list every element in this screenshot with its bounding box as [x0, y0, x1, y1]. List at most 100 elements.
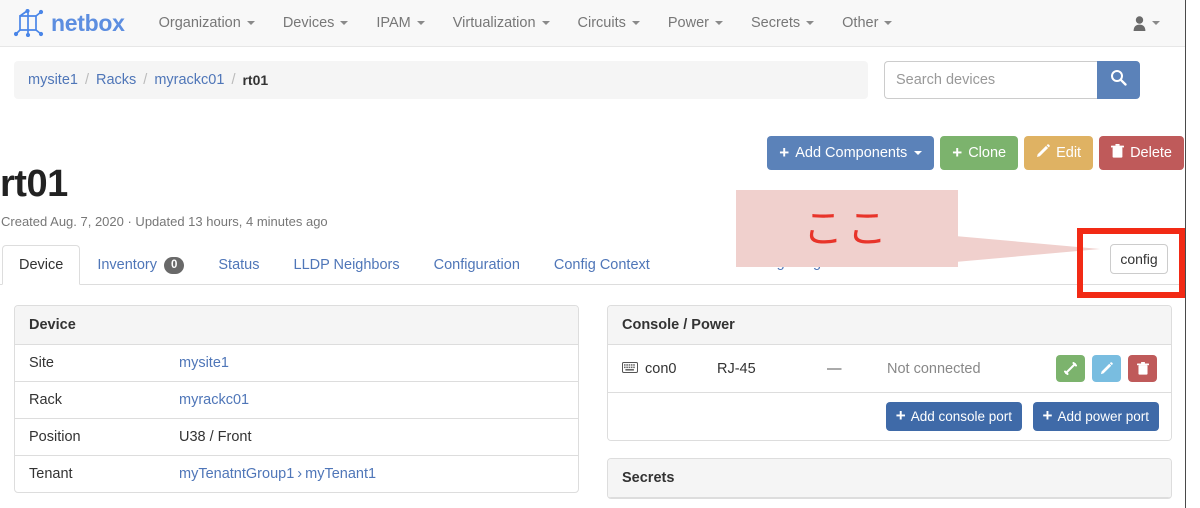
- pencil-icon: [1036, 144, 1050, 162]
- plus-icon: +: [779, 142, 790, 162]
- trash-icon: [1111, 144, 1125, 162]
- table-row: Tenant myTenatntGroup1 › myTenant1: [15, 455, 578, 492]
- user-icon: [1133, 15, 1146, 31]
- chevron-down-icon: [541, 21, 550, 25]
- breadcrumb-item-site[interactable]: mysite1: [28, 72, 78, 88]
- tenant-link[interactable]: myTenant1: [305, 466, 376, 482]
- row-label: Position: [15, 418, 165, 456]
- nav-item-secrets[interactable]: Secrets: [737, 0, 828, 47]
- window-right-margin: [1186, 0, 1200, 508]
- breadcrumb-item-rack[interactable]: myrackc01: [154, 72, 224, 88]
- nav-item-organization[interactable]: Organization: [145, 0, 269, 47]
- device-attributes-table: Site mysite1 Rack myrackc01 Position U38: [15, 345, 578, 492]
- keyboard-icon: [622, 361, 638, 377]
- rack-link[interactable]: myrackc01: [179, 392, 249, 408]
- user-menu[interactable]: [1133, 15, 1186, 31]
- config-button[interactable]: config: [1110, 244, 1168, 274]
- page-meta: Created Aug. 7, 2020 · Updated 13 hours,…: [1, 214, 328, 229]
- connect-cable-icon[interactable]: [1055, 355, 1085, 382]
- tab-label: Status: [218, 257, 260, 273]
- search-button[interactable]: [1097, 61, 1140, 99]
- nav-label: Power: [667, 14, 709, 31]
- delete-button[interactable]: Delete: [1099, 136, 1184, 170]
- netbox-logo-icon: [14, 9, 44, 37]
- chevron-down-icon: [806, 21, 815, 25]
- tab-label: Device: [19, 257, 64, 273]
- tenant-separator: ›: [297, 466, 303, 482]
- nav-item-devices[interactable]: Devices: [269, 0, 363, 47]
- console-port-name-cell: con0: [608, 345, 703, 392]
- add-components-button[interactable]: + Add Components: [767, 136, 935, 170]
- console-port-status: Not connected: [887, 360, 981, 377]
- breadcrumb-current: rt01: [242, 72, 269, 88]
- nav-item-other[interactable]: Other: [828, 0, 906, 47]
- brand-name: netbox: [51, 9, 125, 36]
- add-power-port-button[interactable]: + Add power port: [1032, 402, 1159, 431]
- breadcrumb-separator: /: [84, 72, 89, 88]
- nav-item-circuits[interactable]: Circuits: [564, 0, 654, 47]
- pencil-icon[interactable]: [1091, 355, 1121, 382]
- console-power-table: con0 RJ-45 — Not connected: [608, 345, 1171, 392]
- tab-label: Config Context: [553, 257, 650, 273]
- clone-button[interactable]: + Clone: [940, 136, 1019, 170]
- table-row: con0 RJ-45 — Not connected: [608, 345, 1171, 392]
- window-right-edge: [1185, 0, 1186, 508]
- table-row: Rack myrackc01: [15, 381, 578, 419]
- row-label: Site: [29, 355, 54, 371]
- secrets-panel: Secrets: [607, 458, 1172, 499]
- tab-badge-count: 0: [163, 256, 185, 274]
- right-column: Console / Power con0 RJ-45 — Not connect…: [607, 305, 1172, 508]
- nav-item-power[interactable]: Power: [654, 0, 737, 47]
- secrets-panel-title: Secrets: [608, 459, 1171, 498]
- nav-label: Secrets: [750, 14, 801, 31]
- nav-label: Devices: [282, 14, 335, 31]
- row-value: U38 / Front: [165, 418, 578, 456]
- page-title: rt01: [0, 163, 68, 205]
- plus-icon: +: [952, 142, 963, 162]
- tenant-group-link[interactable]: myTenatntGroup1: [179, 466, 294, 482]
- console-power-panel-title: Console / Power: [608, 306, 1171, 345]
- search-box: [884, 61, 1140, 99]
- tab-label: Inventory: [97, 257, 157, 273]
- row-label: Tenant: [15, 455, 165, 492]
- search-input[interactable]: [884, 61, 1097, 99]
- tab-device[interactable]: Device: [2, 245, 81, 285]
- tab-lldp-neighbors[interactable]: LLDP Neighbors: [277, 245, 417, 285]
- console-power-footer: + Add console port + Add power port: [608, 392, 1171, 440]
- tab-inventory[interactable]: Inventory 0: [80, 245, 201, 285]
- chevron-down-icon: [714, 21, 723, 25]
- button-label: Edit: [1056, 145, 1082, 161]
- page-actions: + Add Components + Clone Edit Delete: [767, 136, 1184, 170]
- nav-item-virtualization[interactable]: Virtualization: [439, 0, 564, 47]
- console-port-type: RJ-45: [717, 360, 756, 377]
- chevron-down-icon: [914, 151, 923, 155]
- nav-item-ipam[interactable]: IPAM: [362, 0, 438, 47]
- device-panel-title: Device: [15, 306, 578, 345]
- button-label: Add console port: [910, 409, 1013, 424]
- breadcrumb-separator: /: [143, 72, 148, 88]
- row-label: Rack: [15, 381, 165, 419]
- tab-label: Configuration: [433, 257, 520, 273]
- tab-config-context[interactable]: Config Context: [537, 245, 667, 285]
- plus-icon: +: [1042, 406, 1053, 425]
- trash-icon[interactable]: [1128, 355, 1157, 382]
- add-console-port-button[interactable]: + Add console port: [885, 402, 1023, 431]
- button-label: Delete: [1130, 145, 1172, 161]
- plus-icon: +: [895, 406, 906, 425]
- chevron-down-icon: [1152, 21, 1160, 25]
- button-label: Add Components: [795, 145, 908, 161]
- console-port-dash: —: [827, 360, 842, 377]
- edit-button[interactable]: Edit: [1024, 136, 1094, 170]
- chevron-down-icon: [884, 21, 893, 25]
- main-navbar: netbox Organization Devices IPAM Virtual…: [0, 0, 1186, 47]
- console-port-name: con0: [645, 360, 677, 377]
- tab-status[interactable]: Status: [201, 245, 276, 285]
- site-link[interactable]: mysite1: [179, 355, 229, 371]
- breadcrumb: mysite1 / Racks / myrackc01 / rt01: [14, 61, 868, 99]
- breadcrumb-item-racks[interactable]: Racks: [96, 72, 136, 88]
- chevron-down-icon: [246, 21, 255, 25]
- brand-logo-link[interactable]: netbox: [10, 9, 137, 37]
- tab-label: LLDP Neighbors: [293, 257, 400, 273]
- nav-label: Organization: [158, 14, 241, 31]
- tab-configuration[interactable]: Configuration: [417, 245, 537, 285]
